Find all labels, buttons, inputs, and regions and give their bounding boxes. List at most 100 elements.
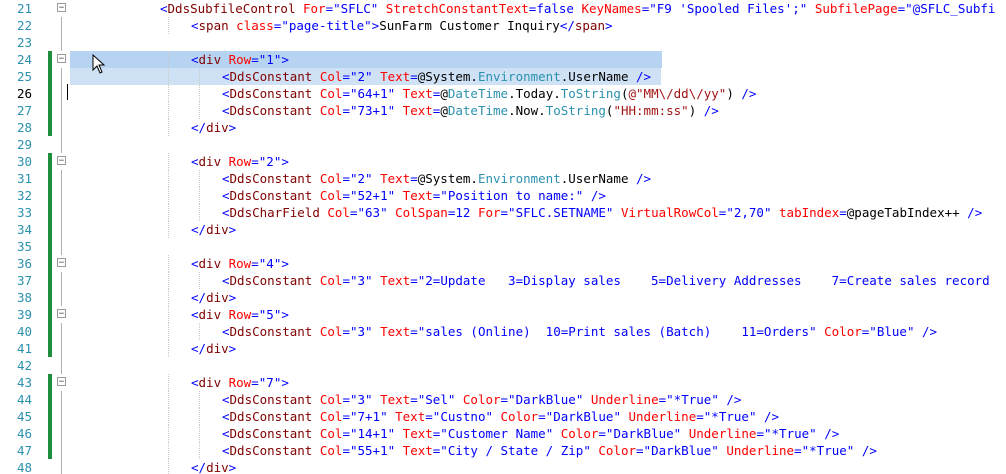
indent-guide (199, 102, 200, 119)
code-text[interactable]: <DdsConstant Col="14+1" Text="Customer N… (222, 425, 839, 442)
indent-guide (168, 425, 169, 442)
code-token: " (711, 443, 719, 458)
fold-guide-line (61, 187, 62, 204)
code-line-37[interactable]: 37 <DdsConstant Col="3" Text="2=Update 3=… (0, 272, 1006, 289)
code-line-44[interactable]: 44 <DdsConstant Col="3" Text="Sel" Color=… (0, 391, 1006, 408)
code-token: 64+1 (357, 86, 388, 101)
code-token: SunFarm Customer Inquiry (379, 18, 560, 33)
code-token: " (711, 392, 719, 407)
code-token: > (228, 120, 237, 135)
code-line-45[interactable]: 45 <DdsConstant Col="7+1" Text="Custno" C… (0, 408, 1006, 425)
code-text[interactable]: </div> (191, 289, 236, 306)
code-line-22[interactable]: 22 <span class="page-title">SunFarm Custo… (0, 17, 1006, 34)
code-token: " (583, 443, 591, 458)
code-text[interactable]: <DdsConstant Col="2" Text=@System.Enviro… (222, 170, 651, 187)
line-number: 40 (16, 324, 32, 339)
fold-guide-line (61, 17, 62, 34)
code-text[interactable]: <DdsConstant Col="3" Text="Sel" Color="D… (222, 391, 741, 408)
code-text[interactable]: <div Row="4"> (191, 255, 289, 272)
code-token: < (222, 103, 230, 118)
code-line-43[interactable]: 43 − <div Row="7"> (0, 374, 1006, 391)
fold-guide-line (61, 238, 62, 255)
code-text[interactable]: </div> (191, 459, 236, 474)
code-text[interactable]: </div> (191, 119, 236, 136)
code-token: =" (342, 324, 358, 339)
code-text[interactable]: </div> (191, 340, 236, 357)
minus-box-icon[interactable]: − (57, 3, 66, 13)
code-line-33[interactable]: 33 <DdsCharField Col="63" ColSpan=12 For=… (0, 204, 1006, 221)
code-line-39[interactable]: 39 − <div Row="5"> (0, 306, 1006, 323)
code-token: ColSpan (387, 205, 448, 220)
code-token: " (613, 409, 621, 424)
code-text[interactable]: <DdsConstant Col="3" Text="2=Update 3=Di… (222, 272, 990, 289)
code-token: City / State / Zip (447, 443, 584, 458)
code-token: =" (410, 273, 426, 288)
code-token: =" (538, 409, 554, 424)
code-line-38[interactable]: 38 </div> (0, 289, 1006, 306)
indent-guide (199, 204, 200, 221)
code-token: < (191, 154, 199, 169)
code-line-42[interactable]: 42 (0, 357, 1006, 374)
code-line-29[interactable]: 29 (0, 136, 1006, 153)
indent-guide (199, 425, 200, 442)
code-line-40[interactable]: 40 <DdsConstant Col="3" Text="sales (Onli… (0, 323, 1006, 340)
code-token: =" (342, 273, 358, 288)
minus-box-icon[interactable]: − (57, 156, 66, 166)
code-line-48[interactable]: 48 </div> (0, 459, 1006, 474)
change-bar (48, 306, 52, 323)
code-line-25[interactable]: 25 <DdsConstant Col="2" Text=@System.Envi… (0, 68, 1006, 85)
fold-guide-line (61, 323, 62, 340)
code-text[interactable]: <span class="page-title">SunFarm Custome… (191, 17, 613, 34)
code-text[interactable]: <div Row="7"> (191, 374, 289, 391)
code-text[interactable]: <div Row="5"> (191, 306, 289, 323)
code-token: Row (221, 375, 252, 390)
minus-box-icon[interactable]: − (57, 377, 66, 387)
code-token: =" (342, 86, 358, 101)
code-text[interactable]: <DdsConstant Col="3" Text="sales (Online… (222, 323, 937, 340)
minus-box-icon[interactable]: − (57, 309, 66, 319)
code-line-21[interactable]: 21 − <DdsSubfileControl For="SFLC" Stretch… (0, 0, 1006, 17)
code-text[interactable]: <DdsConstant Col="55+1" Text="City / Sta… (222, 442, 877, 459)
code-token: For (470, 205, 501, 220)
code-text[interactable]: <DdsCharField Col="63" ColSpan=12 For="S… (222, 204, 982, 221)
code-text[interactable]: <DdsConstant Col="2" Text=@System.Enviro… (222, 68, 651, 85)
code-token: DdsConstant (229, 171, 313, 186)
code-token: Col (312, 171, 343, 186)
code-line-24[interactable]: 24 − <div Row="1"> (0, 51, 1006, 68)
code-line-41[interactable]: 41 </div> (0, 340, 1006, 357)
indent-guide (168, 255, 169, 272)
code-token: </ (191, 341, 207, 356)
code-token: " (387, 103, 396, 118)
code-token: =" (696, 409, 712, 424)
code-line-30[interactable]: 30 − <div Row="2"> (0, 153, 1006, 170)
change-bar (48, 187, 52, 204)
code-text[interactable]: <DdsSubfileControl For="SFLC" StretchCon… (160, 0, 995, 17)
code-line-47[interactable]: 47 <DdsConstant Col="55+1" Text="City / S… (0, 442, 1006, 459)
code-token: =" (756, 426, 772, 441)
minus-box-icon[interactable]: − (57, 258, 66, 268)
code-text[interactable]: </div> (191, 221, 236, 238)
code-line-27[interactable]: 27 <DdsConstant Col="73+1" Text=@DateTime… (0, 102, 1006, 119)
code-text[interactable]: <div Row="1"> (191, 51, 289, 68)
code-line-46[interactable]: 46 <DdsConstant Col="14+1" Text="Customer… (0, 425, 1006, 442)
indent-guide (168, 340, 169, 357)
code-token: 2 (266, 154, 274, 169)
code-line-32[interactable]: 32 <DdsConstant Col="52+1" Text="Position… (0, 187, 1006, 204)
code-line-36[interactable]: 36 − <div Row="4"> (0, 255, 1006, 272)
fold-guide-line (61, 289, 62, 306)
code-text[interactable]: <DdsConstant Col="52+1" Text="Position t… (222, 187, 606, 204)
indent-guide (168, 85, 169, 102)
code-line-31[interactable]: 31 <DdsConstant Col="2" Text=@System.Envi… (0, 170, 1006, 187)
code-line-34[interactable]: 34 </div> (0, 221, 1006, 238)
indent-guide (168, 459, 169, 474)
code-line-35[interactable]: 35 (0, 238, 1006, 255)
code-text[interactable]: <div Row="2"> (191, 153, 289, 170)
code-line-28[interactable]: 28 </div> (0, 119, 1006, 136)
minus-box-icon[interactable]: − (57, 54, 66, 64)
code-text[interactable]: <DdsConstant Col="64+1" Text=@DateTime.T… (222, 85, 756, 102)
code-text[interactable]: <DdsConstant Col="7+1" Text="Custno" Col… (222, 408, 779, 425)
code-line-23[interactable]: 23 (0, 34, 1006, 51)
code-editor[interactable]: 21− <DdsSubfileControl For="SFLC" Stretch… (0, 0, 1006, 474)
code-line-26[interactable]: 26 <DdsConstant Col="64+1" Text=@DateTime… (0, 85, 1006, 102)
code-text[interactable]: <DdsConstant Col="73+1" Text=@DateTime.N… (222, 102, 719, 119)
